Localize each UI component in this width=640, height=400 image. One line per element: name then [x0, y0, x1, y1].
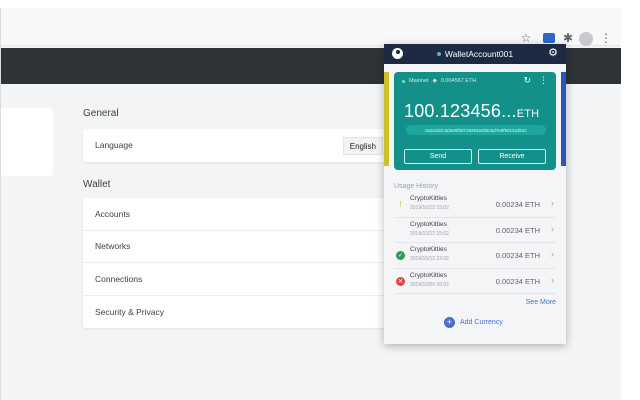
- check-icon: ✓: [396, 251, 405, 260]
- card-actions: ↻ ⋮: [523, 75, 548, 86]
- settings-item-label: Security & Privacy: [95, 306, 164, 317]
- usage-history-list: ! CryptoKitties 2019/10/12 15:02 0.00234…: [394, 192, 556, 294]
- network-info: Mainnet ◆ 0.004567 ETH: [402, 78, 476, 84]
- network-dot: [402, 79, 405, 83]
- wallet-card: Accounts Networks Connections Security &…: [83, 198, 403, 328]
- balance-unit: ETH: [516, 108, 540, 120]
- history-name: CryptoKitties: [410, 195, 447, 202]
- chevron-right-icon: ›: [551, 274, 554, 285]
- error-icon: ✕: [396, 276, 405, 286]
- pending-icon: [396, 226, 405, 235]
- eth-balance-card: Mainnet ◆ 0.004567 ETH ↻ ⋮ 100.123456...…: [394, 72, 556, 170]
- wallet-extension-icon[interactable]: [543, 33, 555, 43]
- settings-item-security[interactable]: Security & Privacy: [83, 296, 403, 329]
- plus-icon: +: [444, 317, 455, 328]
- history-amount: 0.00234 ETH: [495, 251, 540, 260]
- see-more-link[interactable]: See More: [526, 299, 556, 306]
- balance-value: 100.123456...: [404, 101, 517, 121]
- status-dot: [436, 52, 441, 56]
- history-name: CryptoKitties: [410, 246, 447, 253]
- history-amount: 0.00234 ETH: [495, 200, 540, 209]
- more-vert-icon[interactable]: ⋮: [599, 31, 613, 45]
- history-date: 2019/10/12 22:02: [410, 256, 449, 262]
- general-section-title: General: [83, 108, 119, 119]
- history-date: 2019/10/09 20:02: [410, 281, 449, 288]
- language-label: Language: [95, 140, 133, 151]
- account-name[interactable]: WalletAccount001: [445, 49, 513, 59]
- history-name: CryptoKitties: [410, 271, 447, 279]
- wallet-address[interactable]: 0x2a1b2c3d4e5f60718293a4b5c6d7e8f9012a3b…: [406, 125, 546, 135]
- eth-diamond-icon: ◆: [432, 78, 437, 84]
- popup-header: WalletAccount001 ⚙: [384, 44, 566, 64]
- prev-card-edge[interactable]: [384, 72, 389, 166]
- chevron-right-icon: ›: [551, 249, 554, 259]
- chevron-right-icon: ›: [551, 198, 554, 208]
- network-balance: 0.004567 ETH: [440, 78, 477, 84]
- history-amount: 0.00234 ETH: [495, 276, 540, 286]
- general-card: Language English: [83, 129, 403, 162]
- add-currency-button[interactable]: + Add Currency: [444, 317, 503, 328]
- history-amount: 0.00234 ETH: [495, 225, 540, 235]
- more-vert-icon[interactable]: ⋮: [539, 75, 548, 86]
- avatar[interactable]: [579, 32, 593, 46]
- account-icon[interactable]: [392, 48, 403, 59]
- list-item[interactable]: ! CryptoKitties 2019/10/12 15:02 0.00234…: [394, 192, 556, 218]
- language-select[interactable]: English: [342, 137, 383, 155]
- settings-item-label: Accounts: [95, 208, 130, 219]
- add-currency-label: Add Currency: [460, 319, 503, 326]
- network-name: Mainnet: [409, 78, 429, 84]
- puzzle-icon[interactable]: ✱: [561, 31, 575, 45]
- wallet-popup: WalletAccount001 ⚙ Mainnet ◆ 0.004567 ET…: [384, 44, 566, 344]
- receive-button[interactable]: Receive: [478, 149, 546, 164]
- send-button[interactable]: Send: [404, 149, 472, 164]
- settings-item-label: Networks: [95, 241, 131, 252]
- next-card-edge[interactable]: [561, 72, 566, 166]
- list-item[interactable]: CryptoKitties 2019/10/12 15:02 0.00234 E…: [394, 218, 556, 243]
- star-icon[interactable]: ☆: [519, 31, 533, 45]
- history-date: 2019/10/12 15:02: [410, 230, 449, 237]
- settings-item-connections[interactable]: Connections: [83, 263, 403, 296]
- settings-item-label: Connections: [95, 273, 143, 284]
- gear-icon[interactable]: ⚙: [548, 47, 558, 60]
- history-name: CryptoKitties: [410, 220, 447, 228]
- language-row[interactable]: Language English: [83, 129, 403, 162]
- refresh-icon[interactable]: ↻: [523, 75, 531, 86]
- pending-icon: !: [399, 200, 402, 209]
- browser-toolbar: ☆ ✱ ⋮: [1, 8, 621, 46]
- history-date: 2019/10/12 15:02: [410, 205, 449, 211]
- settings-item-networks[interactable]: Networks: [83, 231, 403, 263]
- list-item[interactable]: ✕ CryptoKitties 2019/10/09 20:02 0.00234…: [394, 269, 556, 294]
- balance-display: 100.123456...ETH: [404, 101, 539, 122]
- left-panel-card: [1, 108, 53, 176]
- list-item[interactable]: ✓ CryptoKitties 2019/10/12 22:02 0.00234…: [394, 243, 556, 269]
- settings-item-accounts[interactable]: Accounts: [83, 198, 403, 231]
- usage-history-title: Usage History: [394, 183, 438, 190]
- wallet-section-title: Wallet: [83, 179, 111, 190]
- chevron-right-icon: ›: [551, 223, 554, 234]
